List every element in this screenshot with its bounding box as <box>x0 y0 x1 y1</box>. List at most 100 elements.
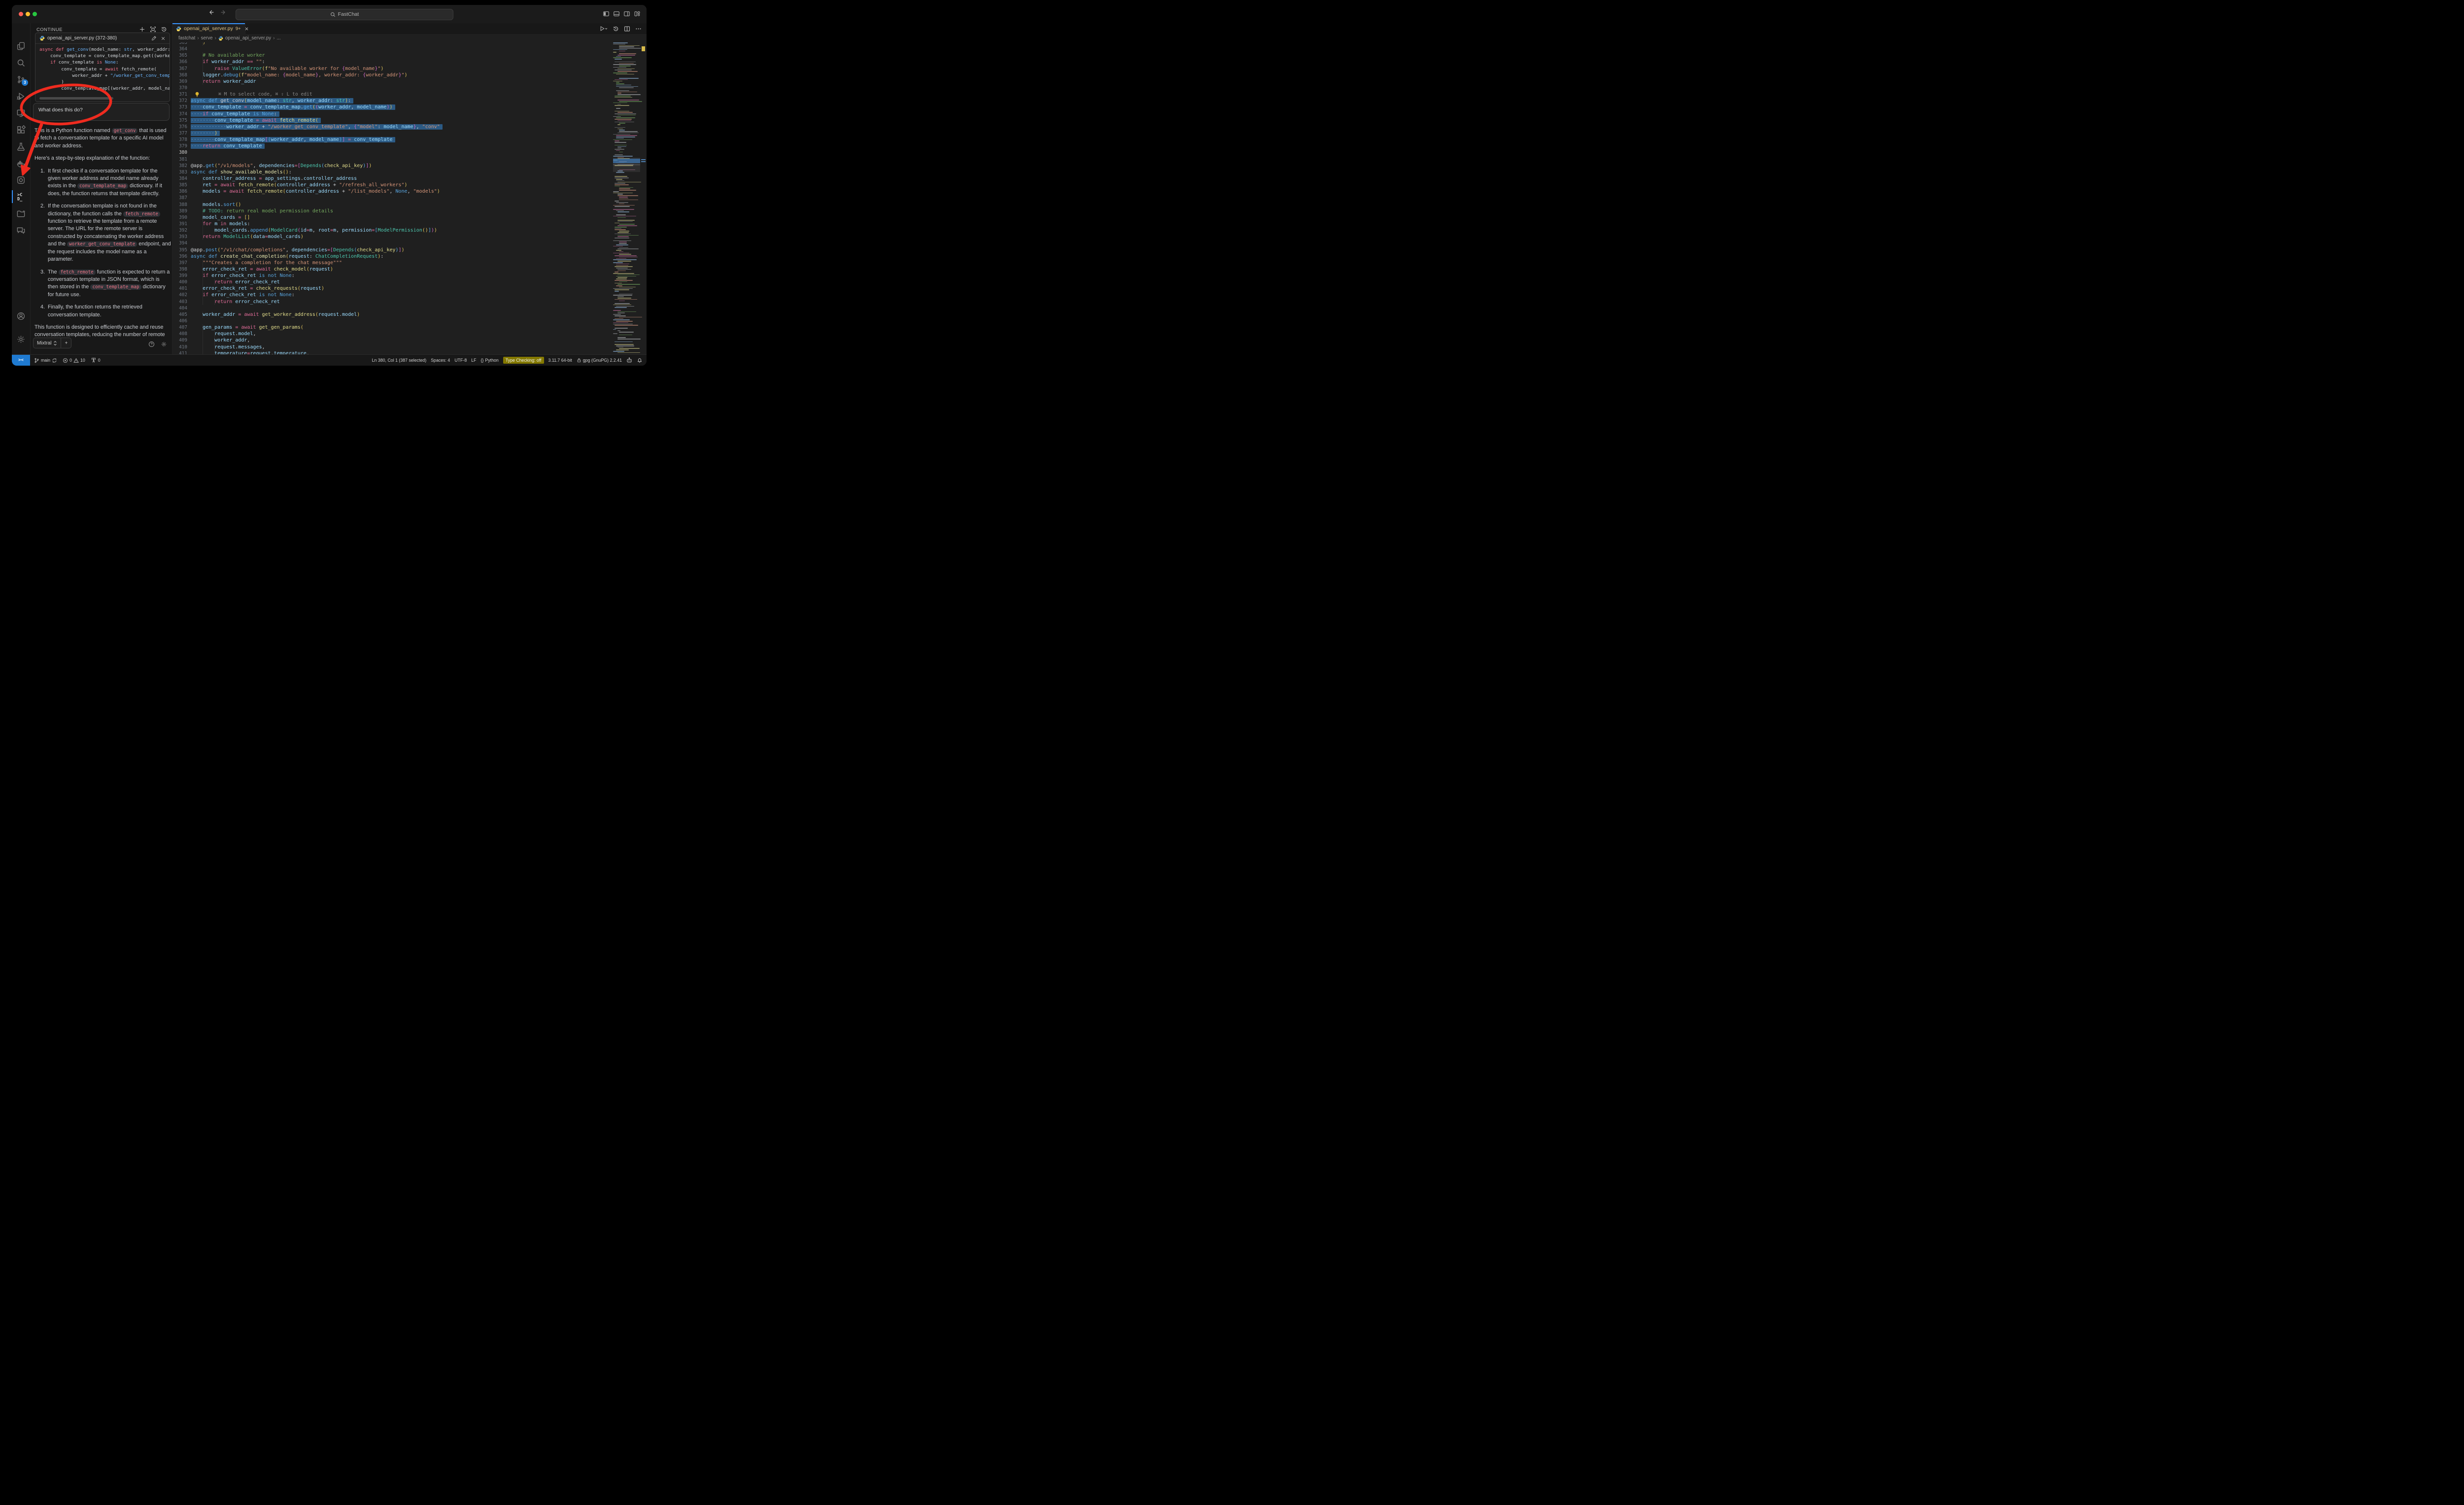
model-selector[interactable]: Mixtral + <box>33 338 71 348</box>
remote-indicator[interactable]: >< <box>12 355 30 366</box>
code-line[interactable]: 368 logger.debug(f"model_name: {model_na… <box>172 72 613 78</box>
code-line[interactable]: 377········) <box>172 130 613 137</box>
code-line[interactable]: 366 if worker_addr == "": <box>172 59 613 65</box>
nav-back-icon[interactable] <box>208 9 215 16</box>
eol-item[interactable]: LF <box>471 358 476 363</box>
split-editor-icon[interactable] <box>624 26 630 32</box>
activity-bar-item-settings[interactable] <box>12 332 30 346</box>
code-line[interactable]: 365 # No available worker <box>172 52 613 59</box>
code-line[interactable]: 389 # TODO: return real model permission… <box>172 208 613 214</box>
zoom-window-button[interactable] <box>33 12 37 16</box>
code-line[interactable]: 393 return ModelList(data=model_cards) <box>172 234 613 240</box>
notifications-bell-icon[interactable] <box>637 357 643 363</box>
tab-openai-api-server[interactable]: openai_api_server.py 9+ <box>172 23 245 34</box>
code-line[interactable]: 363 ) <box>172 42 613 46</box>
code-line[interactable]: 407 gen_params = await get_gen_params( <box>172 324 613 331</box>
activity-bar-item-gitlens[interactable] <box>12 172 30 187</box>
activity-bar-item-remote-explorer[interactable] <box>12 105 30 120</box>
help-icon[interactable] <box>148 341 155 347</box>
code-line[interactable]: 367 raise ValueError(f"No available work… <box>172 66 613 72</box>
breadcrumb-item[interactable]: fastchat <box>178 35 195 41</box>
git-branch-item[interactable]: main <box>34 358 57 363</box>
code-editor[interactable]: 363 )364365 # No available worker366 if … <box>172 42 647 355</box>
code-line[interactable]: 388 models.sort() <box>172 202 613 208</box>
breadcrumb[interactable]: fastchat›serve›openai_api_server.py›... <box>172 34 647 42</box>
activity-bar-item-testing[interactable] <box>12 139 30 154</box>
code-line[interactable]: 370 <box>172 85 613 91</box>
activity-bar-item-account[interactable] <box>12 308 30 323</box>
code-line[interactable]: 374····if conv_template is None: <box>172 111 613 117</box>
python-interpreter-item[interactable]: 3.11.7 64-bit <box>548 358 572 363</box>
problems-item[interactable]: 0 10 <box>63 358 85 363</box>
code-line[interactable]: 373····conv_template = conv_template_map… <box>172 104 613 110</box>
editor-more-actions-icon[interactable] <box>635 26 642 32</box>
nav-forward-icon[interactable] <box>220 9 227 16</box>
indentation-item[interactable]: Spaces: 4 <box>431 358 450 363</box>
type-checking-item[interactable]: Type Checking: off <box>503 357 544 364</box>
edit-brush-icon[interactable] <box>151 35 157 41</box>
timeline-history-icon[interactable] <box>613 26 619 32</box>
code-line[interactable]: 372async def get_conv(model_name: str, w… <box>172 98 613 104</box>
activity-bar-item-extensions[interactable] <box>12 122 30 137</box>
activity-bar-item-project-manager[interactable] <box>12 206 30 221</box>
cursor-position-item[interactable]: Ln 380, Col 1 (387 selected) <box>372 358 427 363</box>
robot-assistant-icon[interactable] <box>626 357 632 363</box>
minimap[interactable] <box>613 42 640 355</box>
run-python-file-icon[interactable] <box>600 26 608 32</box>
code-line[interactable]: 376············worker_addr + "/worker_ge… <box>172 124 613 130</box>
code-line[interactable]: 380 <box>172 149 613 156</box>
activity-bar-item-continue[interactable]: >CD_ <box>12 189 30 204</box>
code-line[interactable]: 394 <box>172 240 613 246</box>
activity-bar-item-comments[interactable] <box>12 223 30 238</box>
code-line[interactable]: 400 return error_check_ret <box>172 279 613 285</box>
code-line[interactable]: 404 <box>172 305 613 311</box>
language-mode-item[interactable]: {}Python <box>481 358 499 363</box>
code-line[interactable]: 398 error_check_ret = await check_model(… <box>172 266 613 273</box>
snippet-horizontal-scrollbar[interactable] <box>39 97 113 100</box>
user-message-box[interactable]: What does this do? <box>33 103 170 121</box>
activity-bar-item-source-control[interactable]: 3 <box>12 72 30 87</box>
encoding-item[interactable]: UTF-8 <box>454 358 467 363</box>
code-line[interactable]: 401 error_check_ret = check_requests(req… <box>172 285 613 292</box>
toggle-panel-icon[interactable] <box>613 10 620 17</box>
code-line[interactable]: 410 request.messages, <box>172 344 613 350</box>
code-line[interactable]: 403 return error_check_ret <box>172 299 613 305</box>
toggle-secondary-sidebar-icon[interactable] <box>623 10 630 17</box>
activity-bar-item-explorer[interactable] <box>12 38 30 53</box>
activity-bar-item-run-debug[interactable] <box>12 89 30 103</box>
activity-bar-item-docker[interactable] <box>12 156 30 171</box>
code-line[interactable]: 405 worker_addr = await get_worker_addre… <box>172 311 613 318</box>
breadcrumb-item[interactable]: openai_api_server.py <box>225 35 271 41</box>
toggle-primary-sidebar-icon[interactable] <box>603 10 610 17</box>
close-snippet-icon[interactable] <box>161 36 166 41</box>
new-session-icon[interactable] <box>139 26 145 33</box>
code-line[interactable]: 371⌘ M to select code, ⌘ ⇧ L to edit <box>172 91 613 98</box>
code-line[interactable]: 408 request.model, <box>172 331 613 337</box>
ports-item[interactable]: 0 <box>91 357 101 363</box>
code-line[interactable]: 378········conv_template_map[(worker_add… <box>172 137 613 143</box>
add-model-button[interactable]: + <box>61 338 71 348</box>
code-line[interactable]: 381 <box>172 156 613 163</box>
code-line[interactable]: 385 ret = await fetch_remote(controller_… <box>172 182 613 188</box>
code-line[interactable]: 375········conv_template = await fetch_r… <box>172 117 613 124</box>
fullscreen-icon[interactable] <box>150 26 156 33</box>
code-line[interactable]: 397 """Creates a completion for the chat… <box>172 260 613 266</box>
settings-gear-icon[interactable] <box>161 341 167 347</box>
editor-scrollbar[interactable] <box>640 42 647 355</box>
sync-changes-icon[interactable] <box>52 358 57 363</box>
code-line[interactable]: 399 if error_check_ret is not None: <box>172 273 613 279</box>
breadcrumb-item[interactable]: serve <box>201 35 213 41</box>
command-center-search[interactable]: FastChat <box>236 9 453 20</box>
tab-close-icon[interactable] <box>244 27 249 31</box>
code-line[interactable]: 392 model_cards.append(ModelCard(id=m, r… <box>172 227 613 234</box>
code-line[interactable]: 382@app.get("/v1/models", dependencies=[… <box>172 163 613 169</box>
code-line[interactable]: 391 for m in models: <box>172 221 613 227</box>
code-line[interactable]: 364 <box>172 46 613 52</box>
gpg-item[interactable]: gpg (GnuPG) 2.2.41 <box>577 358 622 363</box>
customize-layout-icon[interactable] <box>634 10 641 17</box>
code-line[interactable]: 402 if error_check_ret is not None: <box>172 292 613 298</box>
code-line[interactable]: 384 controller_address = app_settings.co… <box>172 175 613 182</box>
breadcrumb-item[interactable]: ... <box>276 35 280 41</box>
minimize-window-button[interactable] <box>26 12 30 16</box>
activity-bar-item-search[interactable] <box>12 55 30 70</box>
